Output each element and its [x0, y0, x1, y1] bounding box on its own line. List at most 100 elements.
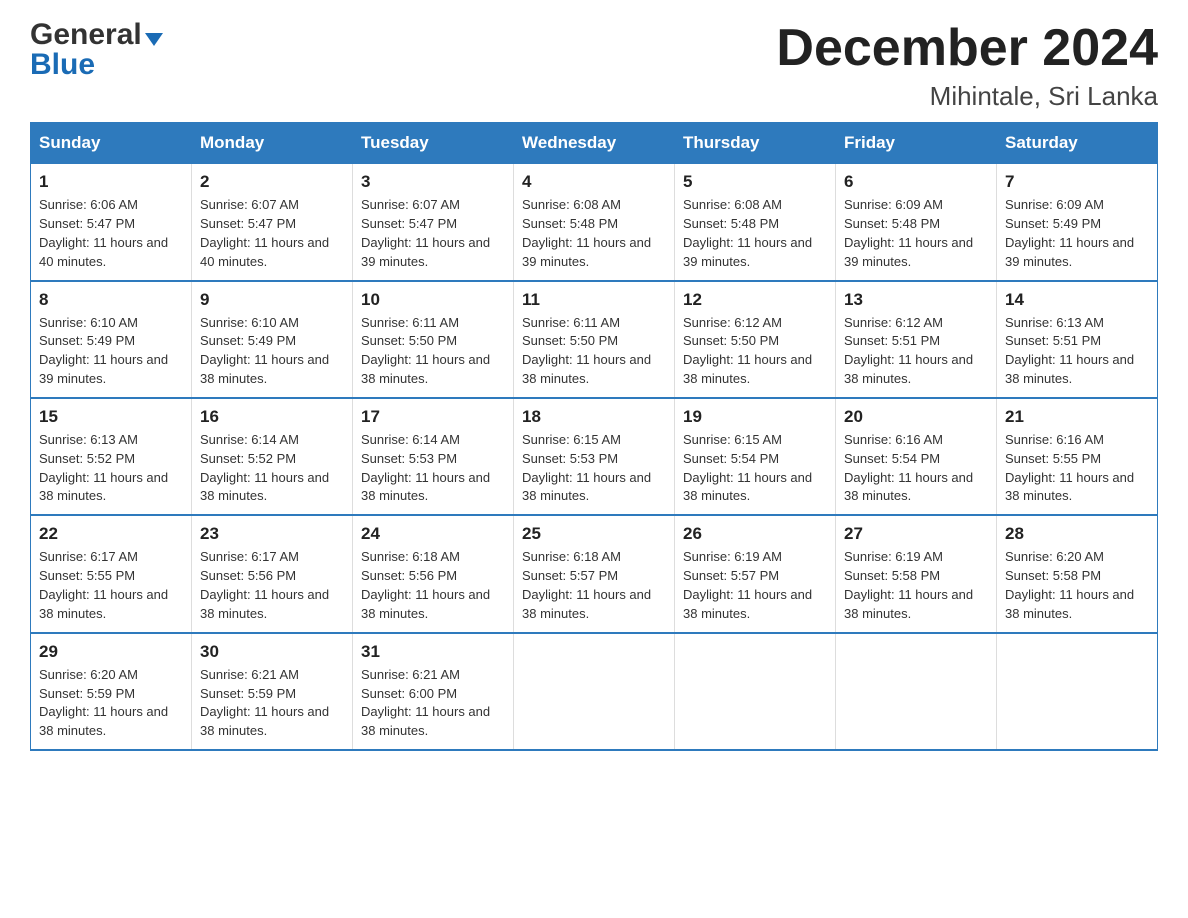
day-info: Sunrise: 6:11 AMSunset: 5:50 PMDaylight:…: [361, 314, 505, 389]
day-info: Sunrise: 6:21 AMSunset: 6:00 PMDaylight:…: [361, 666, 505, 741]
day-info: Sunrise: 6:15 AMSunset: 5:53 PMDaylight:…: [522, 431, 666, 506]
calendar-cell: 2 Sunrise: 6:07 AMSunset: 5:47 PMDaylight…: [192, 164, 353, 281]
day-number: 27: [844, 524, 988, 544]
day-info: Sunrise: 6:10 AMSunset: 5:49 PMDaylight:…: [39, 314, 183, 389]
calendar-cell: 24 Sunrise: 6:18 AMSunset: 5:56 PMDayligh…: [353, 515, 514, 632]
day-number: 28: [1005, 524, 1149, 544]
day-info: Sunrise: 6:06 AMSunset: 5:47 PMDaylight:…: [39, 196, 183, 271]
calendar-cell: [997, 633, 1158, 750]
day-number: 1: [39, 172, 183, 192]
day-info: Sunrise: 6:08 AMSunset: 5:48 PMDaylight:…: [522, 196, 666, 271]
calendar-cell: 23 Sunrise: 6:17 AMSunset: 5:56 PMDayligh…: [192, 515, 353, 632]
day-info: Sunrise: 6:08 AMSunset: 5:48 PMDaylight:…: [683, 196, 827, 271]
day-number: 22: [39, 524, 183, 544]
day-number: 13: [844, 290, 988, 310]
calendar-cell: 7 Sunrise: 6:09 AMSunset: 5:49 PMDaylight…: [997, 164, 1158, 281]
day-info: Sunrise: 6:18 AMSunset: 5:57 PMDaylight:…: [522, 548, 666, 623]
day-info: Sunrise: 6:10 AMSunset: 5:49 PMDaylight:…: [200, 314, 344, 389]
day-number: 7: [1005, 172, 1149, 192]
day-info: Sunrise: 6:11 AMSunset: 5:50 PMDaylight:…: [522, 314, 666, 389]
calendar-cell: 17Sunrise: 6:14 AMSunset: 5:53 PMDayligh…: [353, 398, 514, 515]
calendar-cell: [836, 633, 997, 750]
calendar-cell: 22Sunrise: 6:17 AMSunset: 5:55 PMDayligh…: [31, 515, 192, 632]
day-info: Sunrise: 6:13 AMSunset: 5:51 PMDaylight:…: [1005, 314, 1149, 389]
day-number: 15: [39, 407, 183, 427]
day-number: 31: [361, 642, 505, 662]
calendar-cell: 16Sunrise: 6:14 AMSunset: 5:52 PMDayligh…: [192, 398, 353, 515]
header-saturday: Saturday: [997, 123, 1158, 164]
weekday-header-row: Sunday Monday Tuesday Wednesday Thursday…: [31, 123, 1158, 164]
calendar-cell: 14 Sunrise: 6:13 AMSunset: 5:51 PMDayligh…: [997, 281, 1158, 398]
calendar-cell: 13 Sunrise: 6:12 AMSunset: 5:51 PMDayligh…: [836, 281, 997, 398]
header-wednesday: Wednesday: [514, 123, 675, 164]
calendar-cell: 4 Sunrise: 6:08 AMSunset: 5:48 PMDaylight…: [514, 164, 675, 281]
day-info: Sunrise: 6:12 AMSunset: 5:51 PMDaylight:…: [844, 314, 988, 389]
day-number: 2: [200, 172, 344, 192]
day-number: 8: [39, 290, 183, 310]
day-info: Sunrise: 6:09 AMSunset: 5:48 PMDaylight:…: [844, 196, 988, 271]
day-info: Sunrise: 6:14 AMSunset: 5:53 PMDaylight:…: [361, 431, 505, 506]
day-info: Sunrise: 6:13 AMSunset: 5:52 PMDaylight:…: [39, 431, 183, 506]
calendar-cell: 3 Sunrise: 6:07 AMSunset: 5:47 PMDaylight…: [353, 164, 514, 281]
calendar-cell: 12 Sunrise: 6:12 AMSunset: 5:50 PMDayligh…: [675, 281, 836, 398]
calendar-cell: 31 Sunrise: 6:21 AMSunset: 6:00 PMDayligh…: [353, 633, 514, 750]
day-number: 21: [1005, 407, 1149, 427]
day-info: Sunrise: 6:16 AMSunset: 5:55 PMDaylight:…: [1005, 431, 1149, 506]
day-number: 6: [844, 172, 988, 192]
calendar-cell: 30 Sunrise: 6:21 AMSunset: 5:59 PMDayligh…: [192, 633, 353, 750]
day-info: Sunrise: 6:20 AMSunset: 5:59 PMDaylight:…: [39, 666, 183, 741]
day-number: 5: [683, 172, 827, 192]
day-number: 11: [522, 290, 666, 310]
day-info: Sunrise: 6:14 AMSunset: 5:52 PMDaylight:…: [200, 431, 344, 506]
day-info: Sunrise: 6:21 AMSunset: 5:59 PMDaylight:…: [200, 666, 344, 741]
day-info: Sunrise: 6:17 AMSunset: 5:56 PMDaylight:…: [200, 548, 344, 623]
calendar-table: Sunday Monday Tuesday Wednesday Thursday…: [30, 122, 1158, 751]
calendar-cell: 1 Sunrise: 6:06 AMSunset: 5:47 PMDaylight…: [31, 164, 192, 281]
header-tuesday: Tuesday: [353, 123, 514, 164]
header-friday: Friday: [836, 123, 997, 164]
logo-triangle-icon: [145, 33, 163, 46]
day-number: 4: [522, 172, 666, 192]
day-number: 14: [1005, 290, 1149, 310]
day-number: 25: [522, 524, 666, 544]
calendar-cell: 26 Sunrise: 6:19 AMSunset: 5:57 PMDayligh…: [675, 515, 836, 632]
day-info: Sunrise: 6:19 AMSunset: 5:58 PMDaylight:…: [844, 548, 988, 623]
logo-blue: Blue: [30, 50, 163, 80]
month-year-title: December 2024: [776, 20, 1158, 77]
calendar-header: Sunday Monday Tuesday Wednesday Thursday…: [31, 123, 1158, 164]
day-number: 3: [361, 172, 505, 192]
day-info: Sunrise: 6:09 AMSunset: 5:49 PMDaylight:…: [1005, 196, 1149, 271]
calendar-cell: 21 Sunrise: 6:16 AMSunset: 5:55 PMDayligh…: [997, 398, 1158, 515]
calendar-cell: 20Sunrise: 6:16 AMSunset: 5:54 PMDayligh…: [836, 398, 997, 515]
location-subtitle: Mihintale, Sri Lanka: [776, 81, 1158, 112]
day-number: 24: [361, 524, 505, 544]
calendar-cell: 10 Sunrise: 6:11 AMSunset: 5:50 PMDayligh…: [353, 281, 514, 398]
day-info: Sunrise: 6:20 AMSunset: 5:58 PMDaylight:…: [1005, 548, 1149, 623]
page-header: General Blue December 2024 Mihintale, Sr…: [30, 20, 1158, 112]
calendar-cell: [514, 633, 675, 750]
calendar-cell: [675, 633, 836, 750]
day-info: Sunrise: 6:18 AMSunset: 5:56 PMDaylight:…: [361, 548, 505, 623]
calendar-cell: 8 Sunrise: 6:10 AMSunset: 5:49 PMDaylight…: [31, 281, 192, 398]
day-number: 30: [200, 642, 344, 662]
day-info: Sunrise: 6:07 AMSunset: 5:47 PMDaylight:…: [361, 196, 505, 271]
header-monday: Monday: [192, 123, 353, 164]
calendar-body: 1 Sunrise: 6:06 AMSunset: 5:47 PMDaylight…: [31, 164, 1158, 750]
day-info: Sunrise: 6:19 AMSunset: 5:57 PMDaylight:…: [683, 548, 827, 623]
day-info: Sunrise: 6:12 AMSunset: 5:50 PMDaylight:…: [683, 314, 827, 389]
day-info: Sunrise: 6:07 AMSunset: 5:47 PMDaylight:…: [200, 196, 344, 271]
day-number: 10: [361, 290, 505, 310]
calendar-cell: 19Sunrise: 6:15 AMSunset: 5:54 PMDayligh…: [675, 398, 836, 515]
day-info: Sunrise: 6:15 AMSunset: 5:54 PMDaylight:…: [683, 431, 827, 506]
calendar-cell: 6 Sunrise: 6:09 AMSunset: 5:48 PMDaylight…: [836, 164, 997, 281]
day-number: 18: [522, 407, 666, 427]
calendar-week-row: 22Sunrise: 6:17 AMSunset: 5:55 PMDayligh…: [31, 515, 1158, 632]
calendar-week-row: 15 Sunrise: 6:13 AMSunset: 5:52 PMDayligh…: [31, 398, 1158, 515]
calendar-cell: 9 Sunrise: 6:10 AMSunset: 5:49 PMDaylight…: [192, 281, 353, 398]
day-number: 9: [200, 290, 344, 310]
day-number: 12: [683, 290, 827, 310]
day-number: 23: [200, 524, 344, 544]
day-number: 26: [683, 524, 827, 544]
header-sunday: Sunday: [31, 123, 192, 164]
header-thursday: Thursday: [675, 123, 836, 164]
